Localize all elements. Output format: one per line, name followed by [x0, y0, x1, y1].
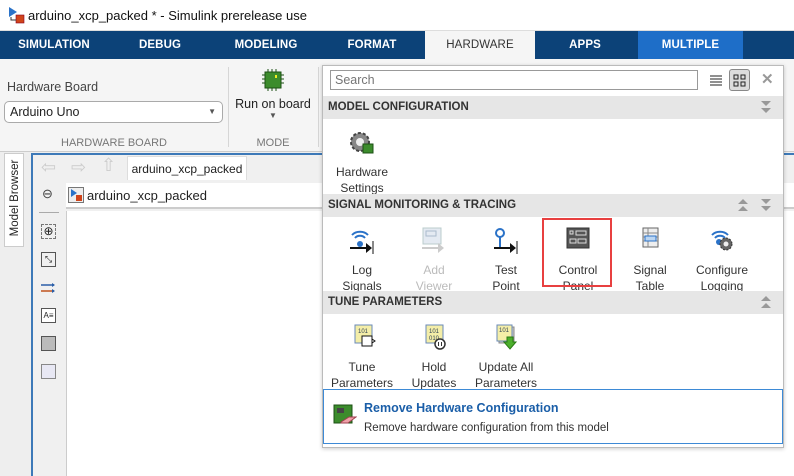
tab-apps[interactable]: APPS [535, 31, 635, 59]
item-label: Add [423, 263, 445, 277]
hold-updates-button[interactable]: 101 010 Hold Updates [398, 323, 470, 391]
model-browser-label: Model Browser [9, 159, 21, 237]
hardware-board-value: Arduino Uno [10, 105, 80, 119]
chevron-down-icon: ▼ [269, 111, 277, 120]
board-chip-icon [262, 69, 284, 91]
section-tune-parameters[interactable]: TUNE PARAMETERS [323, 291, 783, 314]
tab-debug[interactable]: DEBUG [108, 31, 212, 59]
section-title: MODEL CONFIGURATION [328, 101, 469, 113]
back-arrow-icon[interactable]: ⇦ [41, 157, 56, 178]
tab-hardware[interactable]: HARDWARE [425, 31, 535, 59]
add-viewer-button[interactable]: Add Viewer [398, 226, 470, 294]
hardware-board-group-label: HARDWARE BOARD [61, 137, 167, 149]
update-all-parameters-icon: 101 [496, 324, 518, 350]
svg-text:101: 101 [358, 329, 369, 335]
zoom-icon[interactable]: ⊕ [41, 224, 56, 239]
update-all-parameters-button[interactable]: 101 Update All Parameters [470, 323, 542, 391]
configure-logging-icon [711, 230, 733, 251]
gallery-search-input[interactable] [330, 70, 698, 90]
tune-parameters-button[interactable]: 101 Tune Parameters [326, 323, 398, 391]
model-icon [68, 187, 84, 203]
up-arrow-icon[interactable]: ⇧ [101, 155, 116, 176]
tab-format[interactable]: FORMAT [320, 31, 424, 59]
divider [39, 212, 59, 213]
title-bar: arduino_xcp_packed * - Simulink prerelea… [0, 0, 794, 31]
hide-show-icon[interactable]: ⊖ [42, 186, 53, 202]
log-signals-icon [350, 230, 374, 254]
model-tab[interactable]: arduino_xcp_packed [127, 156, 247, 180]
address-model-name: arduino_xcp_packed [87, 188, 207, 203]
item-label: Log [351, 263, 373, 277]
item-label: Test [494, 263, 517, 277]
test-point-button[interactable]: Test Point [470, 226, 542, 294]
fit-to-view-icon[interactable]: ⤡ [41, 252, 56, 267]
item-label: Hardware [335, 165, 389, 179]
tab-modeling[interactable]: MODELING [212, 31, 320, 59]
item-label: Configure [695, 263, 749, 277]
item-label: Hold [421, 360, 447, 374]
collapse-up-icon[interactable] [760, 295, 772, 309]
hardware-board-dropdown[interactable]: Arduino Uno ▼ [4, 101, 223, 123]
item-label: Tune [348, 360, 376, 374]
add-viewer-icon [422, 227, 444, 253]
collapse-up-icon[interactable] [737, 198, 749, 212]
model-browser-tab[interactable]: Model Browser [4, 153, 24, 247]
expand-down-icon[interactable] [760, 100, 772, 114]
signal-lines-icon[interactable] [41, 281, 56, 296]
close-icon[interactable]: ✕ [761, 70, 774, 88]
test-point-icon [494, 228, 518, 254]
section-title: SIGNAL MONITORING & TRACING [328, 199, 517, 211]
hold-updates-icon: 101010 [425, 324, 446, 350]
signal-table-icon [642, 227, 659, 248]
remove-hardware-configuration-button[interactable]: Remove Hardware Configuration Remove har… [323, 389, 783, 444]
item-label: Signal [633, 263, 667, 277]
section-signal-monitoring[interactable]: SIGNAL MONITORING & TRACING [323, 194, 783, 217]
chevron-down-icon: ▼ [208, 107, 216, 116]
section-model-configuration[interactable]: MODEL CONFIGURATION [323, 96, 783, 119]
window-title: arduino_xcp_packed * - Simulink prerelea… [28, 8, 307, 23]
svg-text:101: 101 [499, 328, 510, 334]
item-label: Update All [478, 360, 534, 374]
list-view-icon[interactable] [709, 73, 723, 87]
configure-logging-button[interactable]: Configure Logging [686, 226, 758, 294]
grid-view-button[interactable] [729, 69, 750, 91]
tab-multiple[interactable]: MULTIPLE [638, 31, 743, 59]
run-on-board-button[interactable]: Run on board ▼ [232, 67, 314, 135]
tab-simulation[interactable]: SIMULATION [0, 31, 108, 59]
signal-table-button[interactable]: Signal Table [614, 226, 686, 294]
area-icon[interactable] [41, 364, 56, 379]
hardware-board-label: Hardware Board [7, 80, 99, 94]
mode-group-label: MODE [256, 137, 290, 149]
log-signals-button[interactable]: Log Signals [326, 226, 398, 294]
annotation-icon[interactable]: A≡ [41, 308, 56, 323]
hardware-settings-button[interactable]: Hardware Settings [326, 128, 398, 196]
remove-description: Remove hardware configuration from this … [364, 422, 609, 434]
highlight-box [542, 218, 612, 287]
tune-parameters-icon: 101 [354, 324, 376, 347]
ribbon-tabs: SIMULATION DEBUG MODELING FORMAT HARDWAR… [0, 31, 794, 59]
section-title: TUNE PARAMETERS [328, 296, 443, 308]
remove-title: Remove Hardware Configuration [364, 401, 559, 415]
expand-down-icon[interactable] [760, 198, 772, 212]
board-eraser-icon [333, 404, 357, 424]
simulink-model-icon [9, 7, 25, 24]
run-on-board-label: Run on board [235, 97, 311, 111]
grid-view-icon [733, 74, 746, 87]
gear-chip-icon [350, 132, 374, 154]
forward-arrow-icon[interactable]: ⇨ [71, 157, 86, 178]
svg-text:101: 101 [429, 329, 440, 335]
image-icon[interactable] [41, 336, 56, 351]
